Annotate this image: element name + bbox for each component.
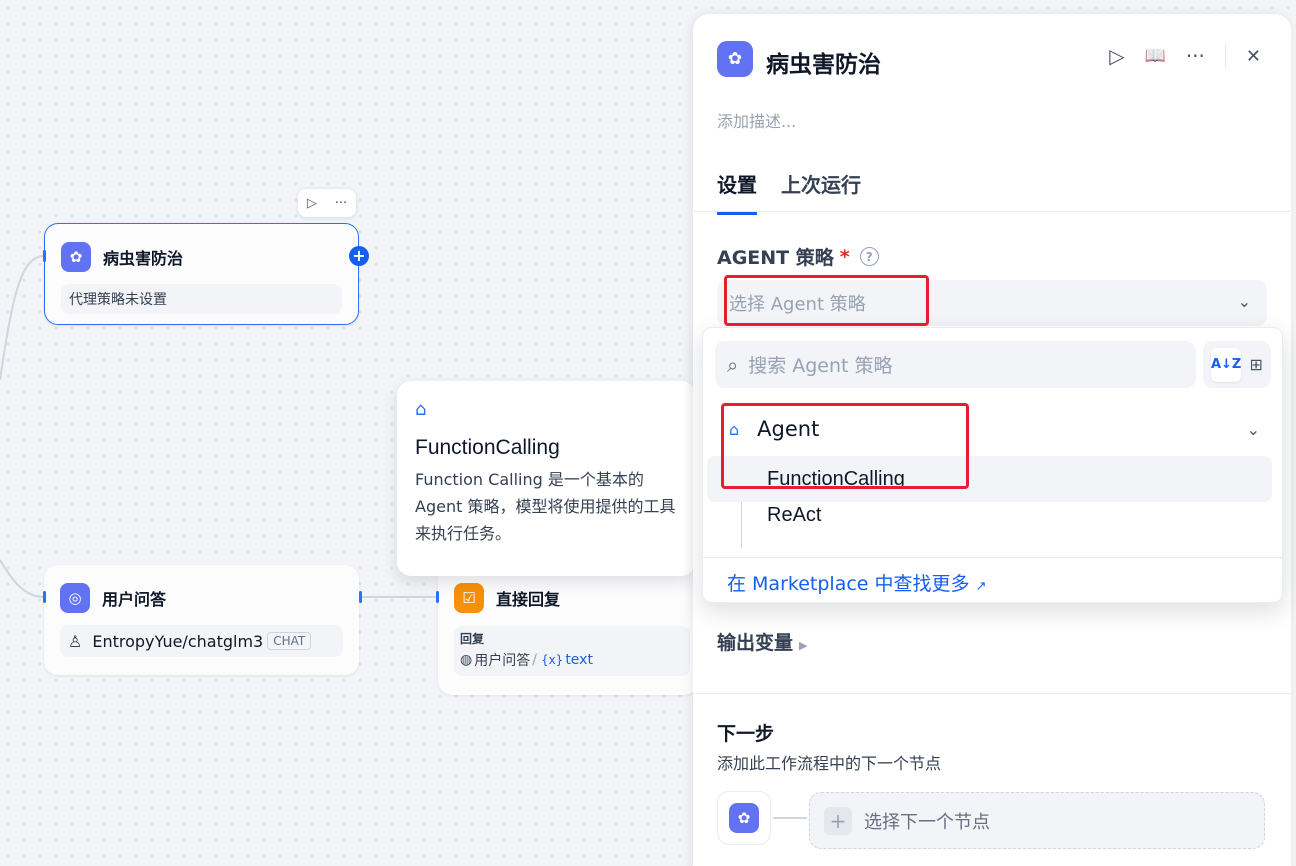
agent-strategy-label-text: AGENT 策略 [717, 247, 834, 269]
llm-node-title: 用户问答 [102, 590, 167, 609]
tab-last-run[interactable]: 上次运行 [781, 169, 861, 215]
view-toggle: A↓Z ⊞ [1203, 341, 1271, 388]
run-node-icon[interactable]: ▷ [1109, 44, 1124, 68]
agent-brain-icon: ✿ [61, 242, 91, 272]
strategy-search-input[interactable]: ⌕ 搜索 Agent 策略 [715, 341, 1196, 388]
var-name: text [565, 652, 593, 668]
panel-actions: ▷ 📖 ··· ✕ [1109, 44, 1261, 68]
llm-node-output-handle[interactable] [359, 591, 362, 603]
tree-view-icon[interactable]: ⊞ [1249, 355, 1262, 374]
llm-node-input-handle[interactable] [43, 591, 46, 603]
output-variables-label: 输出变量 [717, 632, 794, 654]
output-variables-toggle[interactable]: 输出变量 ▶ [717, 628, 807, 655]
variable-icon: {x} [540, 653, 564, 667]
sort-icon[interactable]: A↓Z [1211, 347, 1241, 382]
chevron-down-icon: ⌄ [1237, 292, 1251, 311]
panel-title[interactable]: 病虫害防治 [766, 45, 881, 79]
agent-node-status: 代理策略未设置 [61, 284, 342, 314]
tabs-divider [693, 211, 1291, 212]
agent-brain-icon: ✿ [729, 803, 759, 833]
panel-tabs: 设置 上次运行 [717, 169, 861, 215]
current-node-icon: ✿ [717, 791, 771, 845]
answer-node[interactable]: ☑ 直接回复 回复 ◍ 用户问答 / {x} text [438, 565, 698, 695]
help-icon[interactable]: ? [859, 247, 879, 266]
highlight-box-options [721, 403, 969, 489]
docs-icon[interactable]: 📖 [1145, 46, 1166, 66]
reply-variable-tag: ◍ 用户问答 / {x} text [460, 650, 684, 670]
llm-small-icon: ◍ [460, 652, 473, 668]
marketplace-link-text: 在 Marketplace 中查找更多 [727, 573, 970, 595]
function-calling-icon: ⌂ [415, 399, 427, 420]
strategy-item-react[interactable]: ReAct [707, 492, 1272, 538]
answer-node-input-handle[interactable] [436, 591, 439, 603]
var-sep: / [532, 652, 537, 668]
answer-icon: ☑ [454, 583, 484, 613]
external-link-icon: ↗ [975, 579, 987, 594]
strategy-tooltip: ⌂ FunctionCalling Function Calling 是一个基本… [397, 381, 695, 576]
llm-node[interactable]: ◎ 用户问答 ♙ EntropyYue/chatglm3 CHAT [44, 565, 359, 675]
node-mini-toolbar: ▷ ··· [298, 189, 356, 217]
model-mode-badge: CHAT [267, 632, 312, 650]
model-name: EntropyYue/chatglm3 [92, 631, 264, 651]
add-next-node-button[interactable]: + [349, 246, 369, 266]
tooltip-title: FunctionCalling [415, 436, 560, 459]
dropdown-divider [703, 557, 1282, 558]
section-divider [693, 693, 1291, 694]
next-step-title: 下一步 [717, 723, 775, 745]
node-connector [773, 817, 807, 819]
search-icon: ⌕ [727, 352, 739, 377]
run-node-icon[interactable]: ▷ [307, 196, 317, 211]
close-icon[interactable]: ✕ [1246, 46, 1261, 67]
llm-model-row: ♙ EntropyYue/chatglm3 CHAT [60, 625, 343, 657]
marketplace-link[interactable]: 在 Marketplace 中查找更多 ↗ [727, 569, 986, 596]
highlight-box-select [724, 275, 929, 326]
select-next-node-label: 选择下一个节点 [864, 811, 990, 833]
required-mark: * [839, 245, 850, 268]
answer-reply-box: 回复 ◍ 用户问答 / {x} text [454, 626, 690, 676]
var-source: 用户问答 [474, 653, 531, 669]
agent-node[interactable]: ✿ 病虫害防治 代理策略未设置 [44, 223, 359, 325]
answer-node-title: 直接回复 [496, 590, 561, 609]
tooltip-description: Function Calling 是一个基本的 Agent 策略，模型将使用提供… [415, 470, 676, 543]
caret-right-icon: ▶ [799, 639, 808, 652]
model-provider-icon: ♙ [68, 631, 83, 651]
reply-label: 回复 [460, 632, 485, 646]
description-input[interactable]: 添加描述... [717, 108, 796, 132]
plus-icon: + [824, 806, 852, 835]
agent-strategy-label: AGENT 策略 * ? [717, 243, 879, 270]
more-options-icon[interactable]: ··· [1186, 44, 1205, 68]
agent-node-title: 病虫害防治 [103, 249, 184, 268]
divider [1224, 44, 1226, 68]
strategy-search-placeholder: 搜索 Agent 策略 [748, 355, 893, 377]
chevron-down-icon[interactable]: ⌄ [1247, 420, 1260, 439]
agent-brain-icon: ✿ [717, 41, 753, 77]
agent-node-input-handle[interactable] [43, 250, 46, 262]
more-options-icon[interactable]: ··· [335, 196, 347, 211]
next-step-description: 添加此工作流程中的下一个节点 [717, 754, 942, 773]
tab-settings[interactable]: 设置 [717, 169, 757, 215]
llm-icon: ◎ [60, 583, 90, 613]
select-next-node-button[interactable]: + 选择下一个节点 [809, 792, 1265, 849]
